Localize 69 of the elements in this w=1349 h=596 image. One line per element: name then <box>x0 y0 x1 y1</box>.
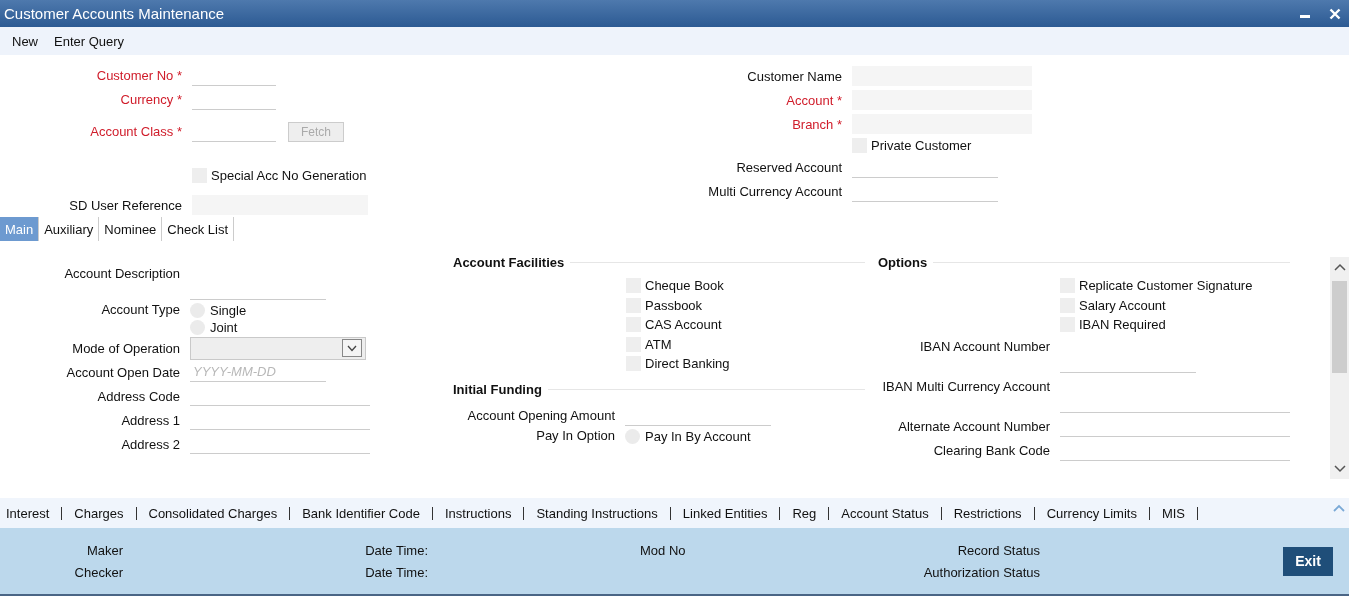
scrollbar-thumb[interactable] <box>1332 281 1347 373</box>
audit-label: Authorization Status <box>922 564 1040 580</box>
field-label: Branch * <box>791 116 842 132</box>
field-label: Account Opening Amount <box>466 408 615 423</box>
chevron-up-icon[interactable] <box>1333 263 1346 271</box>
window-title: Customer Accounts Maintenance <box>4 5 225 22</box>
field-label: Account Type <box>100 302 180 317</box>
field-label: Account Class * <box>89 124 182 140</box>
field-label: IBAN Multi Currency Account <box>881 378 1050 394</box>
subsystem-link[interactable]: Charges <box>68 506 137 520</box>
field-label: Account * <box>785 92 842 108</box>
field-label: Mode of Operation <box>71 340 180 356</box>
checkbox-label: Replicate Customer Signature <box>1079 278 1253 294</box>
audit-label: Record Status <box>956 542 1040 558</box>
radio-label: Single <box>210 303 247 318</box>
field-label: Customer Name <box>746 68 842 84</box>
exit-button[interactable]: Exit <box>1283 546 1333 576</box>
checkbox-label: CAS Account <box>645 317 722 333</box>
field-label: Customer No * <box>95 68 182 84</box>
checkbox-label: IBAN Required <box>1079 317 1166 333</box>
subsystem-link[interactable]: Account Status <box>835 506 942 520</box>
field-label: Account Description <box>63 266 180 281</box>
subsystem-link[interactable]: Standing Instructions <box>530 506 671 520</box>
audit-label: Checker <box>73 564 123 580</box>
scrollbar[interactable] <box>1330 257 1349 479</box>
field-label: Alternate Account Number <box>897 419 1050 434</box>
field-label: Reserved Account <box>735 160 842 175</box>
checkbox-label: Passbook <box>645 297 703 313</box>
toolbar-button[interactable]: New <box>4 30 46 52</box>
radio-label: Joint <box>210 320 238 335</box>
audit-label: Date Time: <box>364 542 428 558</box>
subsystem-link[interactable]: Interest <box>0 506 63 520</box>
section-title: Initial Funding <box>453 382 542 397</box>
field-label: Clearing Bank Code <box>932 443 1050 458</box>
chevron-down-icon <box>347 344 357 352</box>
checkbox-label: Direct Banking <box>645 356 730 372</box>
subsystem-link[interactable]: Consolidated Charges <box>142 506 291 520</box>
subsystem-link[interactable]: Linked Entities <box>676 506 781 520</box>
field-label: SD User Reference <box>68 197 182 213</box>
field-label: Address 1 <box>120 412 180 428</box>
checkbox-label: ATM <box>645 336 672 352</box>
toolbar-button[interactable]: Enter Query <box>46 30 133 52</box>
audit-label: Maker <box>85 542 123 558</box>
audit-label: Date Time: <box>364 564 428 580</box>
field-label: Address Code <box>96 388 180 404</box>
field-label: Pay In Option <box>535 427 615 443</box>
chevron-down-icon[interactable] <box>1333 465 1346 473</box>
section-title: Options <box>878 254 928 270</box>
subsystem-link[interactable]: Currency Limits <box>1040 506 1150 520</box>
checkbox-label: Salary Account <box>1079 297 1166 313</box>
subsystem-link[interactable]: Instructions <box>438 506 525 520</box>
input-field[interactable] <box>192 195 368 216</box>
field-label: Multi Currency Account <box>707 184 842 199</box>
dropdown[interactable] <box>190 336 366 360</box>
subsystem-link[interactable]: Reg <box>786 506 830 520</box>
field-label: Address 2 <box>120 436 180 452</box>
checkbox-label: Cheque Book <box>645 278 724 294</box>
close-icon[interactable] <box>1329 7 1341 20</box>
subsystem-link[interactable]: MIS <box>1155 506 1199 520</box>
section-title: Account Facilities <box>453 254 565 270</box>
checkbox-label: Private Customer <box>871 138 972 154</box>
checkbox-label: Special Acc No Generation <box>211 167 367 183</box>
field-label: Currency * <box>119 92 182 108</box>
subsystem-link[interactable]: Bank Identifier Code <box>296 506 433 520</box>
audit-label: Mod No <box>640 542 687 558</box>
subsystem-link[interactable]: Restrictions <box>947 506 1035 520</box>
field-label: Account Open Date <box>65 364 180 380</box>
radio-label: Pay In By Account <box>645 428 751 444</box>
field-label: IBAN Account Number <box>918 338 1050 354</box>
